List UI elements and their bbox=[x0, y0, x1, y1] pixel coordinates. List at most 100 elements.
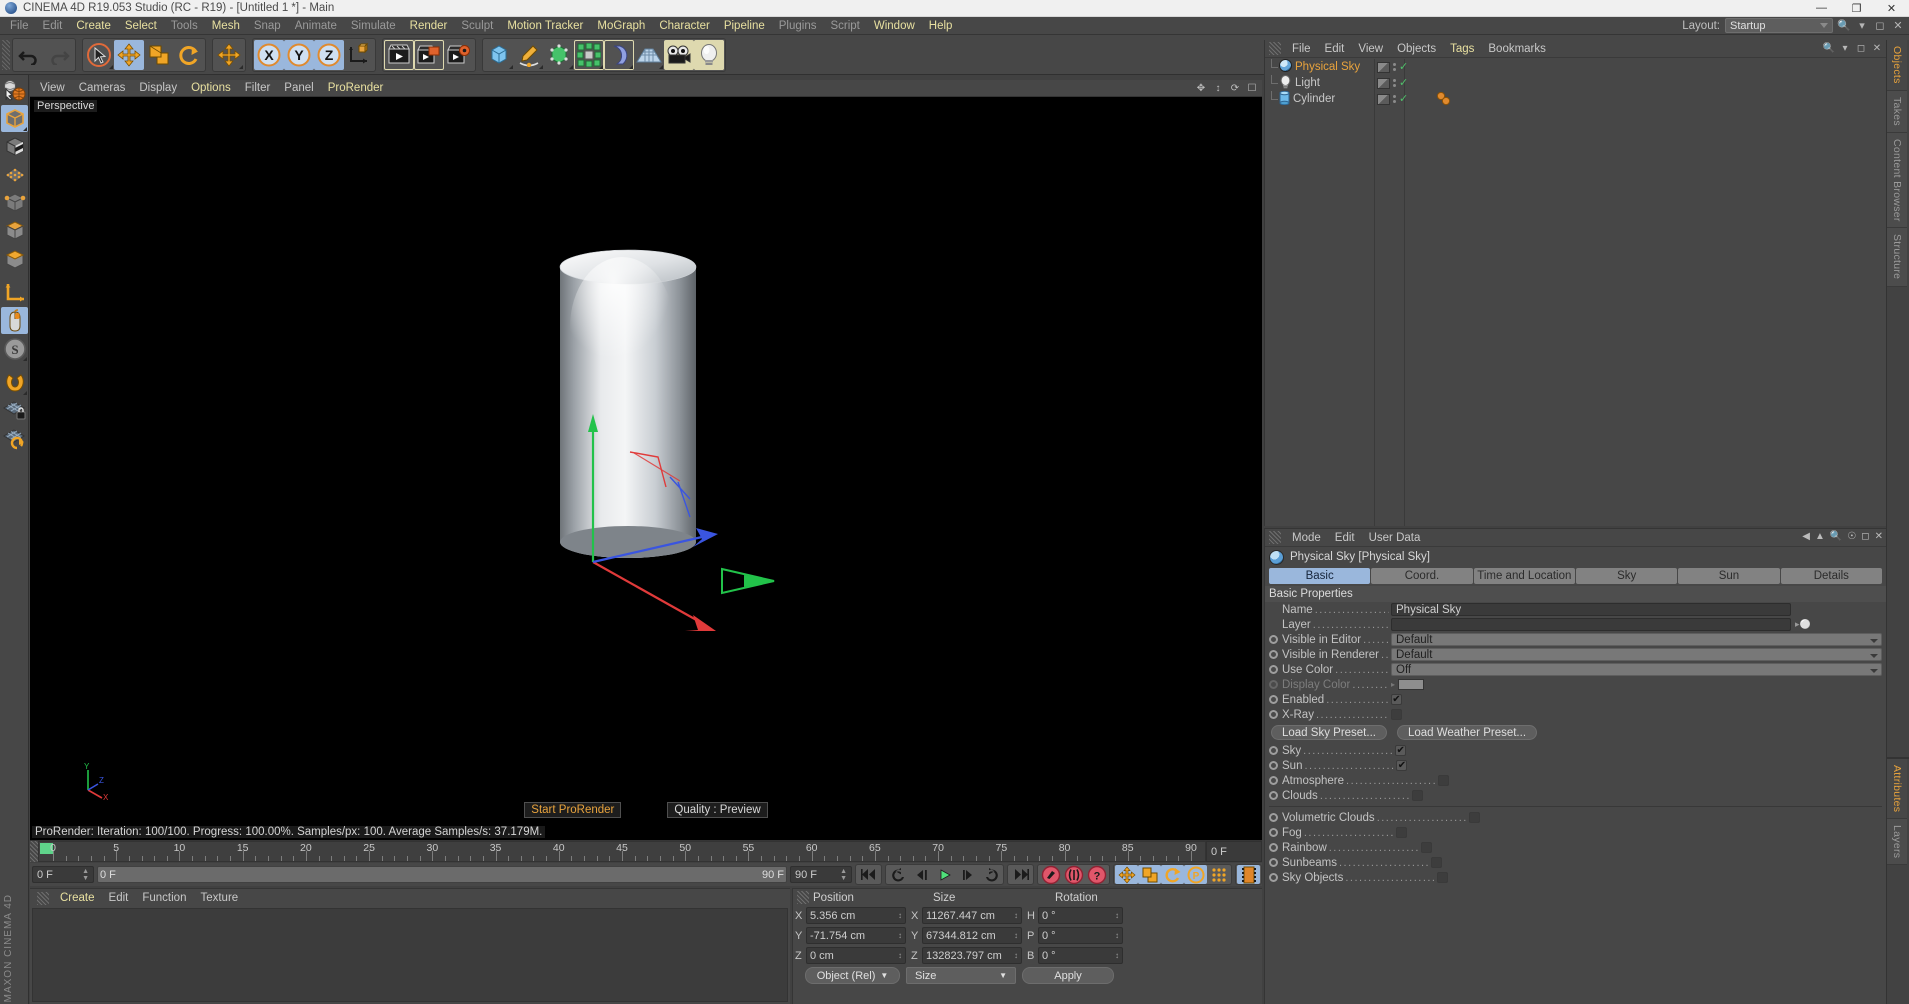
param-key-button[interactable]: P bbox=[1184, 865, 1207, 884]
object-menu-edit[interactable]: Edit bbox=[1318, 43, 1352, 55]
size-z-input[interactable]: 132823.797 cm ↕ bbox=[922, 947, 1022, 964]
play-button[interactable] bbox=[933, 865, 956, 884]
menu-item-sculpt[interactable]: Sculpt bbox=[454, 17, 500, 35]
world-coordinate-button[interactable] bbox=[344, 40, 374, 70]
layout-dropdown[interactable]: Startup bbox=[1725, 18, 1833, 33]
volumetric-clouds-checkbox[interactable] bbox=[1468, 812, 1480, 823]
object-tree[interactable]: Physical Sky ✓ Light ✓ Cylinder ✓ bbox=[1265, 59, 1886, 526]
redo-button[interactable] bbox=[44, 40, 74, 70]
render-settings-button[interactable] bbox=[444, 40, 474, 70]
visibility-dots[interactable] bbox=[1393, 63, 1396, 71]
viewport-menu-view[interactable]: View bbox=[33, 80, 72, 97]
light-button[interactable] bbox=[694, 39, 724, 70]
restore-icon[interactable]: ◻ bbox=[1861, 531, 1869, 542]
object-axis-icon[interactable] bbox=[1, 279, 28, 306]
menu-item-create[interactable]: Create bbox=[69, 17, 118, 35]
spinner-icon[interactable]: ▲ ▼ bbox=[840, 868, 847, 882]
close-button[interactable]: ✕ bbox=[1874, 0, 1909, 17]
rotation-h-input[interactable]: 0 ° ↕ bbox=[1038, 907, 1123, 924]
load-weather-preset-button[interactable]: Load Weather Preset... bbox=[1396, 725, 1538, 740]
expand-arrow-icon[interactable]: ▸ bbox=[1391, 680, 1395, 689]
move-secondary-button[interactable] bbox=[214, 40, 244, 70]
move-tool-button[interactable] bbox=[114, 39, 144, 70]
attribute-menu-user-data[interactable]: User Data bbox=[1362, 532, 1428, 544]
lock-icon[interactable]: ☉ bbox=[1847, 531, 1856, 542]
menu-item-simulate[interactable]: Simulate bbox=[344, 17, 403, 35]
search-icon[interactable]: 🔍 bbox=[1823, 42, 1835, 55]
property-radio[interactable] bbox=[1269, 710, 1278, 719]
position-y-input[interactable]: -71.754 cm ↕ bbox=[806, 927, 906, 944]
pan-viewport-icon[interactable]: ✥ bbox=[1195, 82, 1207, 94]
property-radio[interactable] bbox=[1269, 791, 1278, 800]
enable-check-icon[interactable]: ✓ bbox=[1399, 61, 1408, 73]
menu-item-edit[interactable]: Edit bbox=[36, 17, 70, 35]
use-color-dropdown[interactable]: Off bbox=[1391, 663, 1882, 676]
minimize-panel-icon[interactable]: ▾ bbox=[1855, 19, 1869, 33]
panel-grip[interactable] bbox=[1269, 531, 1281, 544]
nav-back-icon[interactable]: ◀ bbox=[1802, 531, 1810, 542]
workplane-lock-icon[interactable] bbox=[1, 397, 28, 424]
scale-tool-button[interactable] bbox=[144, 40, 174, 70]
object-menu-tags[interactable]: Tags bbox=[1443, 43, 1481, 55]
clouds-checkbox[interactable] bbox=[1411, 790, 1423, 801]
workplane-rotate-icon[interactable] bbox=[1, 425, 28, 452]
viewport-menu-display[interactable]: Display bbox=[132, 80, 184, 97]
visibility-dot-editor[interactable] bbox=[1377, 93, 1390, 105]
viewport-solo-icon[interactable] bbox=[1, 307, 28, 334]
deformer-bend-button[interactable] bbox=[604, 39, 634, 70]
menu-item-script[interactable]: Script bbox=[823, 17, 866, 35]
menu-item-mograph[interactable]: MoGraph bbox=[590, 17, 652, 35]
model-mode-icon[interactable] bbox=[1, 105, 28, 132]
enable-axis-icon[interactable]: S bbox=[1, 335, 28, 362]
rainbow-checkbox[interactable] bbox=[1420, 842, 1432, 853]
object-row[interactable]: Light ✓ bbox=[1265, 74, 1886, 91]
autokeying-button[interactable] bbox=[1062, 865, 1085, 884]
sunbeams-checkbox[interactable] bbox=[1430, 857, 1442, 868]
collapse-icon[interactable]: ▾ bbox=[1839, 42, 1851, 55]
layer-link-icon[interactable]: ▸⚪ bbox=[1795, 619, 1811, 630]
dock-tab-attributes[interactable]: Attributes bbox=[1887, 758, 1907, 820]
size-x-input[interactable]: 11267.447 cm ↕ bbox=[922, 907, 1022, 924]
visibility-dot-editor[interactable] bbox=[1377, 61, 1390, 73]
enable-check-icon[interactable]: ✓ bbox=[1399, 93, 1408, 105]
menu-item-motion-tracker[interactable]: Motion Tracker bbox=[500, 17, 590, 35]
generator-nurbs-button[interactable] bbox=[544, 40, 574, 70]
edges-mode-icon[interactable] bbox=[1, 189, 28, 216]
restore-panel-icon[interactable]: ◻ bbox=[1873, 19, 1887, 33]
dock-tab-content-browser[interactable]: Content Browser bbox=[1887, 132, 1907, 229]
enabled-checkbox[interactable]: ✔ bbox=[1391, 694, 1402, 705]
display-color-swatch[interactable] bbox=[1398, 679, 1425, 690]
panel-grip[interactable] bbox=[1269, 42, 1281, 55]
viewport-menu-prorender[interactable]: ProRender bbox=[321, 80, 391, 97]
object-menu-bookmarks[interactable]: Bookmarks bbox=[1481, 43, 1553, 55]
property-radio[interactable] bbox=[1269, 873, 1278, 882]
object-menu-objects[interactable]: Objects bbox=[1390, 43, 1443, 55]
render-view-button[interactable] bbox=[384, 39, 414, 70]
property-radio[interactable] bbox=[1269, 680, 1278, 689]
menu-item-tools[interactable]: Tools bbox=[164, 17, 205, 35]
coordinate-mode-dropdown[interactable]: Object (Rel) ▼ bbox=[805, 967, 900, 984]
object-menu-view[interactable]: View bbox=[1351, 43, 1390, 55]
position-z-input[interactable]: 0 cm ↕ bbox=[806, 947, 906, 964]
spline-pen-button[interactable] bbox=[514, 40, 544, 70]
position-key-button[interactable] bbox=[1115, 865, 1138, 884]
menu-item-mesh[interactable]: Mesh bbox=[205, 17, 247, 35]
dock-tab-structure[interactable]: Structure bbox=[1887, 228, 1907, 287]
property-radio[interactable] bbox=[1269, 813, 1278, 822]
toolbar-grip[interactable] bbox=[2, 39, 10, 70]
maximize-viewport-icon[interactable]: ☐ bbox=[1246, 82, 1258, 94]
property-radio[interactable] bbox=[1269, 761, 1278, 770]
timeline-end-field[interactable]: 0 F bbox=[1206, 841, 1262, 862]
current-frame-input[interactable]: 0 F ▲ ▼ bbox=[32, 866, 94, 883]
start-prorender-button[interactable]: Start ProRender bbox=[524, 802, 622, 818]
prorender-quality-button[interactable]: Quality : Preview bbox=[667, 802, 768, 818]
material-tag-icon[interactable] bbox=[1435, 91, 1457, 109]
visibility-dot-editor[interactable] bbox=[1377, 77, 1390, 89]
points-mode-icon[interactable] bbox=[1, 161, 28, 188]
texture-mode-icon[interactable] bbox=[1, 133, 28, 160]
polygons-mode-icon[interactable] bbox=[1, 217, 28, 244]
property-radio[interactable] bbox=[1269, 665, 1278, 674]
fog-checkbox[interactable] bbox=[1395, 827, 1407, 838]
menu-item-select[interactable]: Select bbox=[118, 17, 164, 35]
axis-y-button[interactable]: Y bbox=[284, 39, 314, 70]
